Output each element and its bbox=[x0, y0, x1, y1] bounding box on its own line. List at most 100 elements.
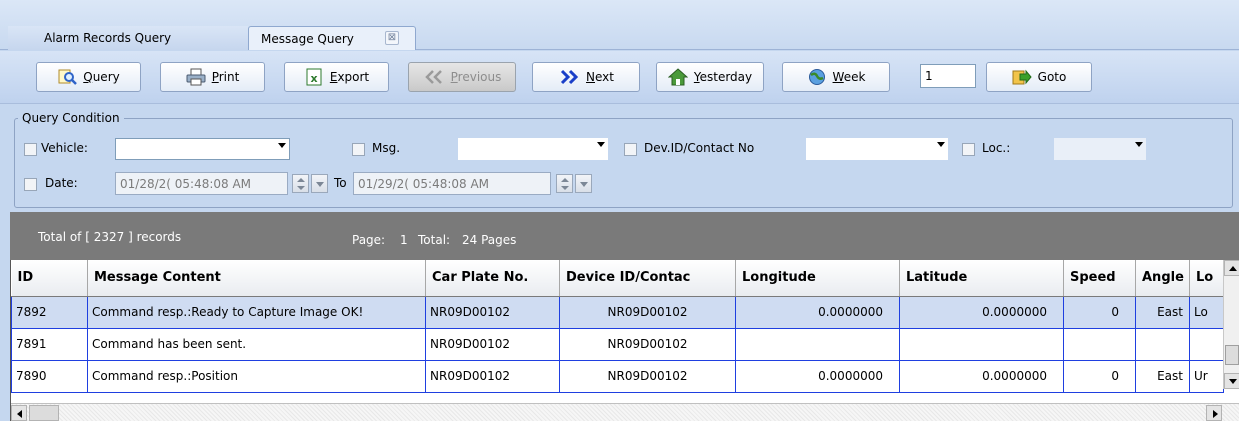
cell-longitude: 0.0000000 bbox=[735, 295, 900, 329]
message-table: ID Message Content Car Plate No. Device … bbox=[11, 260, 1224, 393]
date-to-spinner[interactable] bbox=[556, 174, 573, 193]
export-label: Export bbox=[329, 70, 370, 84]
date-checkbox[interactable] bbox=[24, 178, 37, 191]
query-label: Query bbox=[83, 70, 120, 84]
week-button[interactable]: Week bbox=[782, 62, 890, 92]
cell-location bbox=[1189, 327, 1224, 361]
globe-icon bbox=[808, 69, 825, 85]
loc-label: Loc.: bbox=[982, 141, 1011, 155]
devid-dropdown[interactable] bbox=[806, 138, 948, 160]
toolbar: Query Print x Export Previous Next Yeste… bbox=[0, 51, 1239, 104]
devid-label: Dev.ID/Contact No bbox=[644, 141, 755, 155]
cell-id: 7892 bbox=[11, 295, 88, 329]
cell-angle bbox=[1135, 327, 1190, 361]
chevron-down-icon bbox=[278, 143, 286, 148]
cell-car-plate: NR09D00102 bbox=[425, 359, 560, 393]
msg-label: Msg. bbox=[372, 141, 401, 155]
goto-arrow-icon bbox=[1012, 69, 1032, 85]
vertical-scrollbar[interactable] bbox=[1223, 260, 1239, 389]
table-row[interactable]: 7890 Command resp.:Position NR09D00102 N… bbox=[11, 359, 1224, 393]
previous-button[interactable]: Previous bbox=[408, 62, 516, 92]
arrow-up-icon bbox=[1229, 266, 1237, 271]
next-button[interactable]: Next bbox=[532, 62, 640, 92]
print-label: Print bbox=[211, 70, 240, 84]
msg-dropdown[interactable] bbox=[458, 138, 608, 160]
horizontal-scrollbar[interactable] bbox=[11, 403, 1239, 421]
date-to-dropdown-button[interactable] bbox=[575, 174, 592, 193]
query-condition-legend: Query Condition bbox=[18, 111, 124, 125]
tab-strip: Alarm Records Query Message Query ⊠ bbox=[0, 0, 1239, 50]
cell-latitude bbox=[899, 327, 1064, 361]
chevron-down-icon bbox=[1135, 142, 1143, 147]
date-from-dropdown-button[interactable] bbox=[311, 174, 328, 193]
vehicle-checkbox[interactable] bbox=[24, 143, 37, 156]
excel-export-icon: x bbox=[306, 68, 322, 86]
scroll-thumb[interactable] bbox=[1225, 345, 1239, 365]
double-right-arrow-icon bbox=[560, 69, 579, 85]
cell-latitude: 0.0000000 bbox=[899, 295, 1064, 329]
cell-latitude: 0.0000000 bbox=[899, 359, 1064, 393]
column-header-location[interactable]: Lo bbox=[1189, 260, 1224, 297]
cell-angle: East bbox=[1135, 295, 1190, 329]
message-grid: ID Message Content Car Plate No. Device … bbox=[10, 260, 1239, 421]
total-label: Total: bbox=[418, 233, 451, 247]
yesterday-label: Yesterday bbox=[693, 70, 753, 84]
cell-speed: 0 bbox=[1063, 295, 1136, 329]
scroll-down-button[interactable] bbox=[1224, 373, 1239, 389]
column-header-latitude[interactable]: Latitude bbox=[899, 260, 1064, 297]
goto-label: Goto bbox=[1037, 70, 1067, 84]
column-header-speed[interactable]: Speed bbox=[1063, 260, 1136, 297]
date-to-picker[interactable]: 01/29/2( 05:48:08 AM bbox=[353, 172, 551, 195]
svg-text:x: x bbox=[310, 72, 317, 85]
tab-alarm-records-query[interactable]: Alarm Records Query bbox=[8, 26, 248, 50]
double-left-arrow-icon bbox=[424, 70, 442, 84]
goto-button[interactable]: Goto bbox=[986, 62, 1092, 92]
tab-label: Alarm Records Query bbox=[44, 31, 172, 45]
column-header-longitude[interactable]: Longitude bbox=[735, 260, 900, 297]
column-header-car-plate[interactable]: Car Plate No. bbox=[425, 260, 560, 297]
date-label: Date: bbox=[45, 176, 78, 190]
cell-car-plate: NR09D00102 bbox=[425, 327, 560, 361]
scroll-up-button[interactable] bbox=[1224, 260, 1239, 276]
page-number-input[interactable] bbox=[920, 64, 976, 88]
loc-dropdown[interactable] bbox=[1054, 138, 1146, 160]
date-from-picker[interactable]: 01/28/2( 05:48:08 AM bbox=[115, 172, 288, 195]
cell-location: Ur bbox=[1189, 359, 1224, 393]
date-from-spinner[interactable] bbox=[292, 174, 309, 193]
column-header-id[interactable]: ID bbox=[11, 260, 88, 297]
vehicle-dropdown[interactable] bbox=[115, 138, 290, 160]
msg-checkbox[interactable] bbox=[352, 143, 365, 156]
total-pages: 24 Pages bbox=[462, 233, 517, 247]
page-number: 1 bbox=[400, 233, 408, 247]
date-from-value: 01/28/2( 05:48:08 AM bbox=[120, 177, 252, 191]
loc-checkbox[interactable] bbox=[962, 143, 975, 156]
table-header-row: ID Message Content Car Plate No. Device … bbox=[11, 260, 1224, 297]
column-header-angle[interactable]: Angle bbox=[1135, 260, 1190, 297]
tab-message-query[interactable]: Message Query ⊠ bbox=[248, 26, 416, 50]
query-button[interactable]: Query bbox=[36, 62, 141, 92]
cell-longitude bbox=[735, 327, 900, 361]
cell-id: 7891 bbox=[11, 327, 88, 361]
page-label: Page: bbox=[352, 233, 386, 247]
horizontal-scroll-thumb[interactable] bbox=[29, 405, 59, 421]
arrow-down-icon bbox=[1229, 379, 1237, 384]
vehicle-label: Vehicle: bbox=[41, 141, 88, 155]
table-row[interactable]: 7891 Command has been sent. NR09D00102 N… bbox=[11, 327, 1224, 361]
scroll-right-button[interactable] bbox=[1206, 405, 1222, 421]
to-label: To bbox=[334, 176, 347, 190]
tab-label: Message Query bbox=[261, 32, 354, 46]
chevron-down-icon bbox=[597, 142, 605, 147]
close-tab-icon[interactable]: ⊠ bbox=[385, 31, 399, 45]
chevron-down-icon bbox=[937, 142, 945, 147]
yesterday-button[interactable]: Yesterday bbox=[656, 62, 764, 92]
total-records-text: Total of [ 2327 ] records bbox=[38, 230, 182, 244]
column-header-device-id[interactable]: Device ID/Contac bbox=[559, 260, 736, 297]
table-row[interactable]: 7892 Command resp.:Ready to Capture Imag… bbox=[11, 295, 1224, 329]
scroll-left-button[interactable] bbox=[11, 405, 27, 421]
column-header-message-content[interactable]: Message Content bbox=[87, 260, 426, 297]
print-button[interactable]: Print bbox=[160, 62, 265, 92]
devid-checkbox[interactable] bbox=[624, 143, 637, 156]
cell-speed bbox=[1063, 327, 1136, 361]
arrow-right-icon bbox=[1213, 410, 1218, 418]
export-button[interactable]: x Export bbox=[284, 62, 389, 92]
